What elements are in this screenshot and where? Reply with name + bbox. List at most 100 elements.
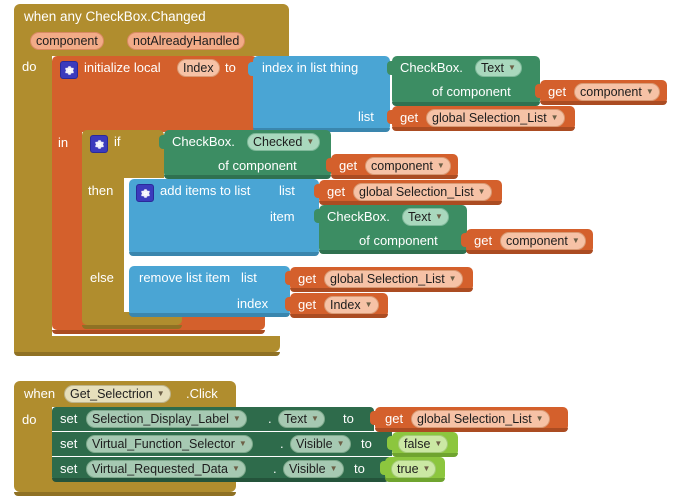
get-component-value-label-2: component xyxy=(371,159,433,173)
logic-true-label: true xyxy=(397,462,419,476)
blocks-workspace[interactable]: when any CheckBox.Changed component notA… xyxy=(0,0,680,500)
get-label-5: get xyxy=(474,233,493,248)
index-in-list-list-label: list xyxy=(358,109,374,124)
chevron-down-icon: ▼ xyxy=(232,414,241,423)
get-global-selection-list-plug-4 xyxy=(370,411,376,425)
set-component-label-2: Virtual_Function_Selector xyxy=(92,437,235,451)
get-component-shadow-2 xyxy=(331,175,458,179)
get-index-shadow xyxy=(290,314,388,318)
get-component-plug-1 xyxy=(535,84,541,98)
remove-list-item-list-label: list xyxy=(241,270,257,285)
get-global-selection-list-label-3: global Selection_List xyxy=(330,272,445,286)
get-index-value[interactable]: Index ▼ xyxy=(324,296,379,314)
logic-false-plug xyxy=(387,436,393,450)
get-label-2: get xyxy=(400,110,419,125)
event-do-label: do xyxy=(22,59,37,74)
chevron-down-icon: ▼ xyxy=(364,300,373,309)
logic-true-shadow xyxy=(385,478,445,482)
get-global-selection-list-value-3[interactable]: global Selection_List ▼ xyxy=(324,270,463,288)
chevron-down-icon: ▼ xyxy=(306,137,315,146)
checkbox-checked-getter-plug xyxy=(159,135,165,149)
checkbox-property-label-1: Text xyxy=(481,61,504,75)
get-global-selection-list-label-4: global Selection_List xyxy=(417,412,532,426)
get-label-8: get xyxy=(385,411,404,426)
chevron-down-icon: ▼ xyxy=(436,161,445,170)
get-label-7: get xyxy=(298,297,317,312)
get-global-selection-list-label-2: global Selection_List xyxy=(359,185,474,199)
initialize-local-var-name-label: Index xyxy=(183,61,214,75)
set-component-dropdown-1[interactable]: Selection_Display_Label ▼ xyxy=(86,410,247,428)
event-param-component[interactable]: component xyxy=(30,32,104,50)
event2-bottom-shadow xyxy=(14,492,236,496)
index-in-list-name: index in list xyxy=(262,60,327,75)
if-label: if xyxy=(114,134,121,149)
gear-icon[interactable] xyxy=(60,61,78,79)
event2-do-label: do xyxy=(22,412,37,427)
get-global-selection-list-value-1[interactable]: global Selection_List ▼ xyxy=(426,109,565,127)
checkbox-property-dropdown-1[interactable]: Text ▼ xyxy=(475,59,522,77)
event2-when-label: when xyxy=(24,386,56,401)
set-property-dropdown-1[interactable]: Text ▼ xyxy=(278,410,325,428)
checkbox-of-component-label-2: of component xyxy=(218,158,297,173)
logic-true-plug xyxy=(380,461,386,475)
set-property-dropdown-3[interactable]: Visible ▼ xyxy=(283,460,344,478)
chevron-down-icon: ▼ xyxy=(535,414,544,423)
checkbox-property-dropdown-3[interactable]: Text ▼ xyxy=(402,208,449,226)
get-global-selection-list-plug-1 xyxy=(387,110,393,124)
chevron-down-icon: ▼ xyxy=(434,439,443,448)
set-component-dropdown-3[interactable]: Virtual_Requested_Data ▼ xyxy=(86,460,246,478)
checkbox-text-getter-shadow-2 xyxy=(319,250,467,254)
get-global-selection-list-value-4[interactable]: global Selection_List ▼ xyxy=(411,410,550,428)
set-dot-2: . xyxy=(280,436,284,451)
get-global-selection-list-value-2[interactable]: global Selection_List ▼ xyxy=(353,183,492,201)
if-block-left-spine xyxy=(82,178,124,312)
initialize-local-statement-label: initialize local xyxy=(84,60,161,75)
set-to-label-3: to xyxy=(354,461,365,476)
get-component-value-2[interactable]: component ▼ xyxy=(365,157,451,175)
logic-true-dropdown[interactable]: true ▼ xyxy=(391,460,437,478)
remove-list-item-shadow xyxy=(129,313,290,317)
initialize-local-var-name[interactable]: Index xyxy=(177,59,220,77)
set-component-label-3: Virtual_Requested_Data xyxy=(92,462,228,476)
chevron-down-icon: ▼ xyxy=(477,187,486,196)
chevron-down-icon: ▼ xyxy=(156,389,165,398)
chevron-down-icon: ▼ xyxy=(422,464,431,473)
get-global-selection-list-shadow-3 xyxy=(290,288,473,292)
checkbox-component-label-3: CheckBox. xyxy=(327,209,390,224)
get-component-plug-3 xyxy=(461,233,467,247)
gear-icon[interactable] xyxy=(136,184,154,202)
set-dot-3: . xyxy=(273,461,277,476)
index-in-list-thing-label: thing xyxy=(330,60,359,75)
get-global-selection-list-shadow-1 xyxy=(392,127,575,131)
chevron-down-icon: ▼ xyxy=(434,212,443,221)
else-label: else xyxy=(90,270,114,285)
get-index-value-label: Index xyxy=(330,298,361,312)
event-block-bottom-shadow xyxy=(14,352,280,356)
set-component-dropdown-2[interactable]: Virtual_Function_Selector ▼ xyxy=(86,435,253,453)
chevron-down-icon: ▼ xyxy=(310,414,319,423)
index-in-list-output-plug xyxy=(248,62,254,76)
event-block-bottom-bar xyxy=(14,336,280,352)
gear-icon[interactable] xyxy=(90,135,108,153)
set-component-label-1: Selection_Display_Label xyxy=(92,412,229,426)
get-component-value-label-3: component xyxy=(506,234,568,248)
set-label-2: set xyxy=(60,436,78,451)
checkbox-property-dropdown-2[interactable]: Checked ▼ xyxy=(247,133,321,151)
event-param-notalreadyhandled[interactable]: notAlreadyHandled xyxy=(127,32,246,50)
get-component-value-3[interactable]: component ▼ xyxy=(500,232,586,250)
set-to-label-2: to xyxy=(361,436,372,451)
checkbox-property-label-2: Checked xyxy=(253,135,303,149)
get-label-1: get xyxy=(548,84,567,99)
get-component-value-1[interactable]: component ▼ xyxy=(574,83,660,101)
set-block-stack-shadow xyxy=(52,478,389,482)
get-global-selection-list-label-1: global Selection_List xyxy=(432,111,547,125)
checkbox-of-component-label-1: of component xyxy=(432,84,511,99)
checkbox-text-getter-plug-1 xyxy=(387,61,393,75)
event2-component-dropdown[interactable]: Get_Selectrion ▼ xyxy=(64,385,171,403)
set-dot-1: . xyxy=(268,411,272,426)
chevron-down-icon: ▼ xyxy=(645,87,654,96)
event-param-notalreadyhandled-label: notAlreadyHandled xyxy=(133,34,240,48)
set-property-dropdown-2[interactable]: Visible ▼ xyxy=(290,435,351,453)
remove-list-item-name: remove list item xyxy=(139,270,231,285)
logic-false-dropdown[interactable]: false ▼ xyxy=(398,435,449,453)
